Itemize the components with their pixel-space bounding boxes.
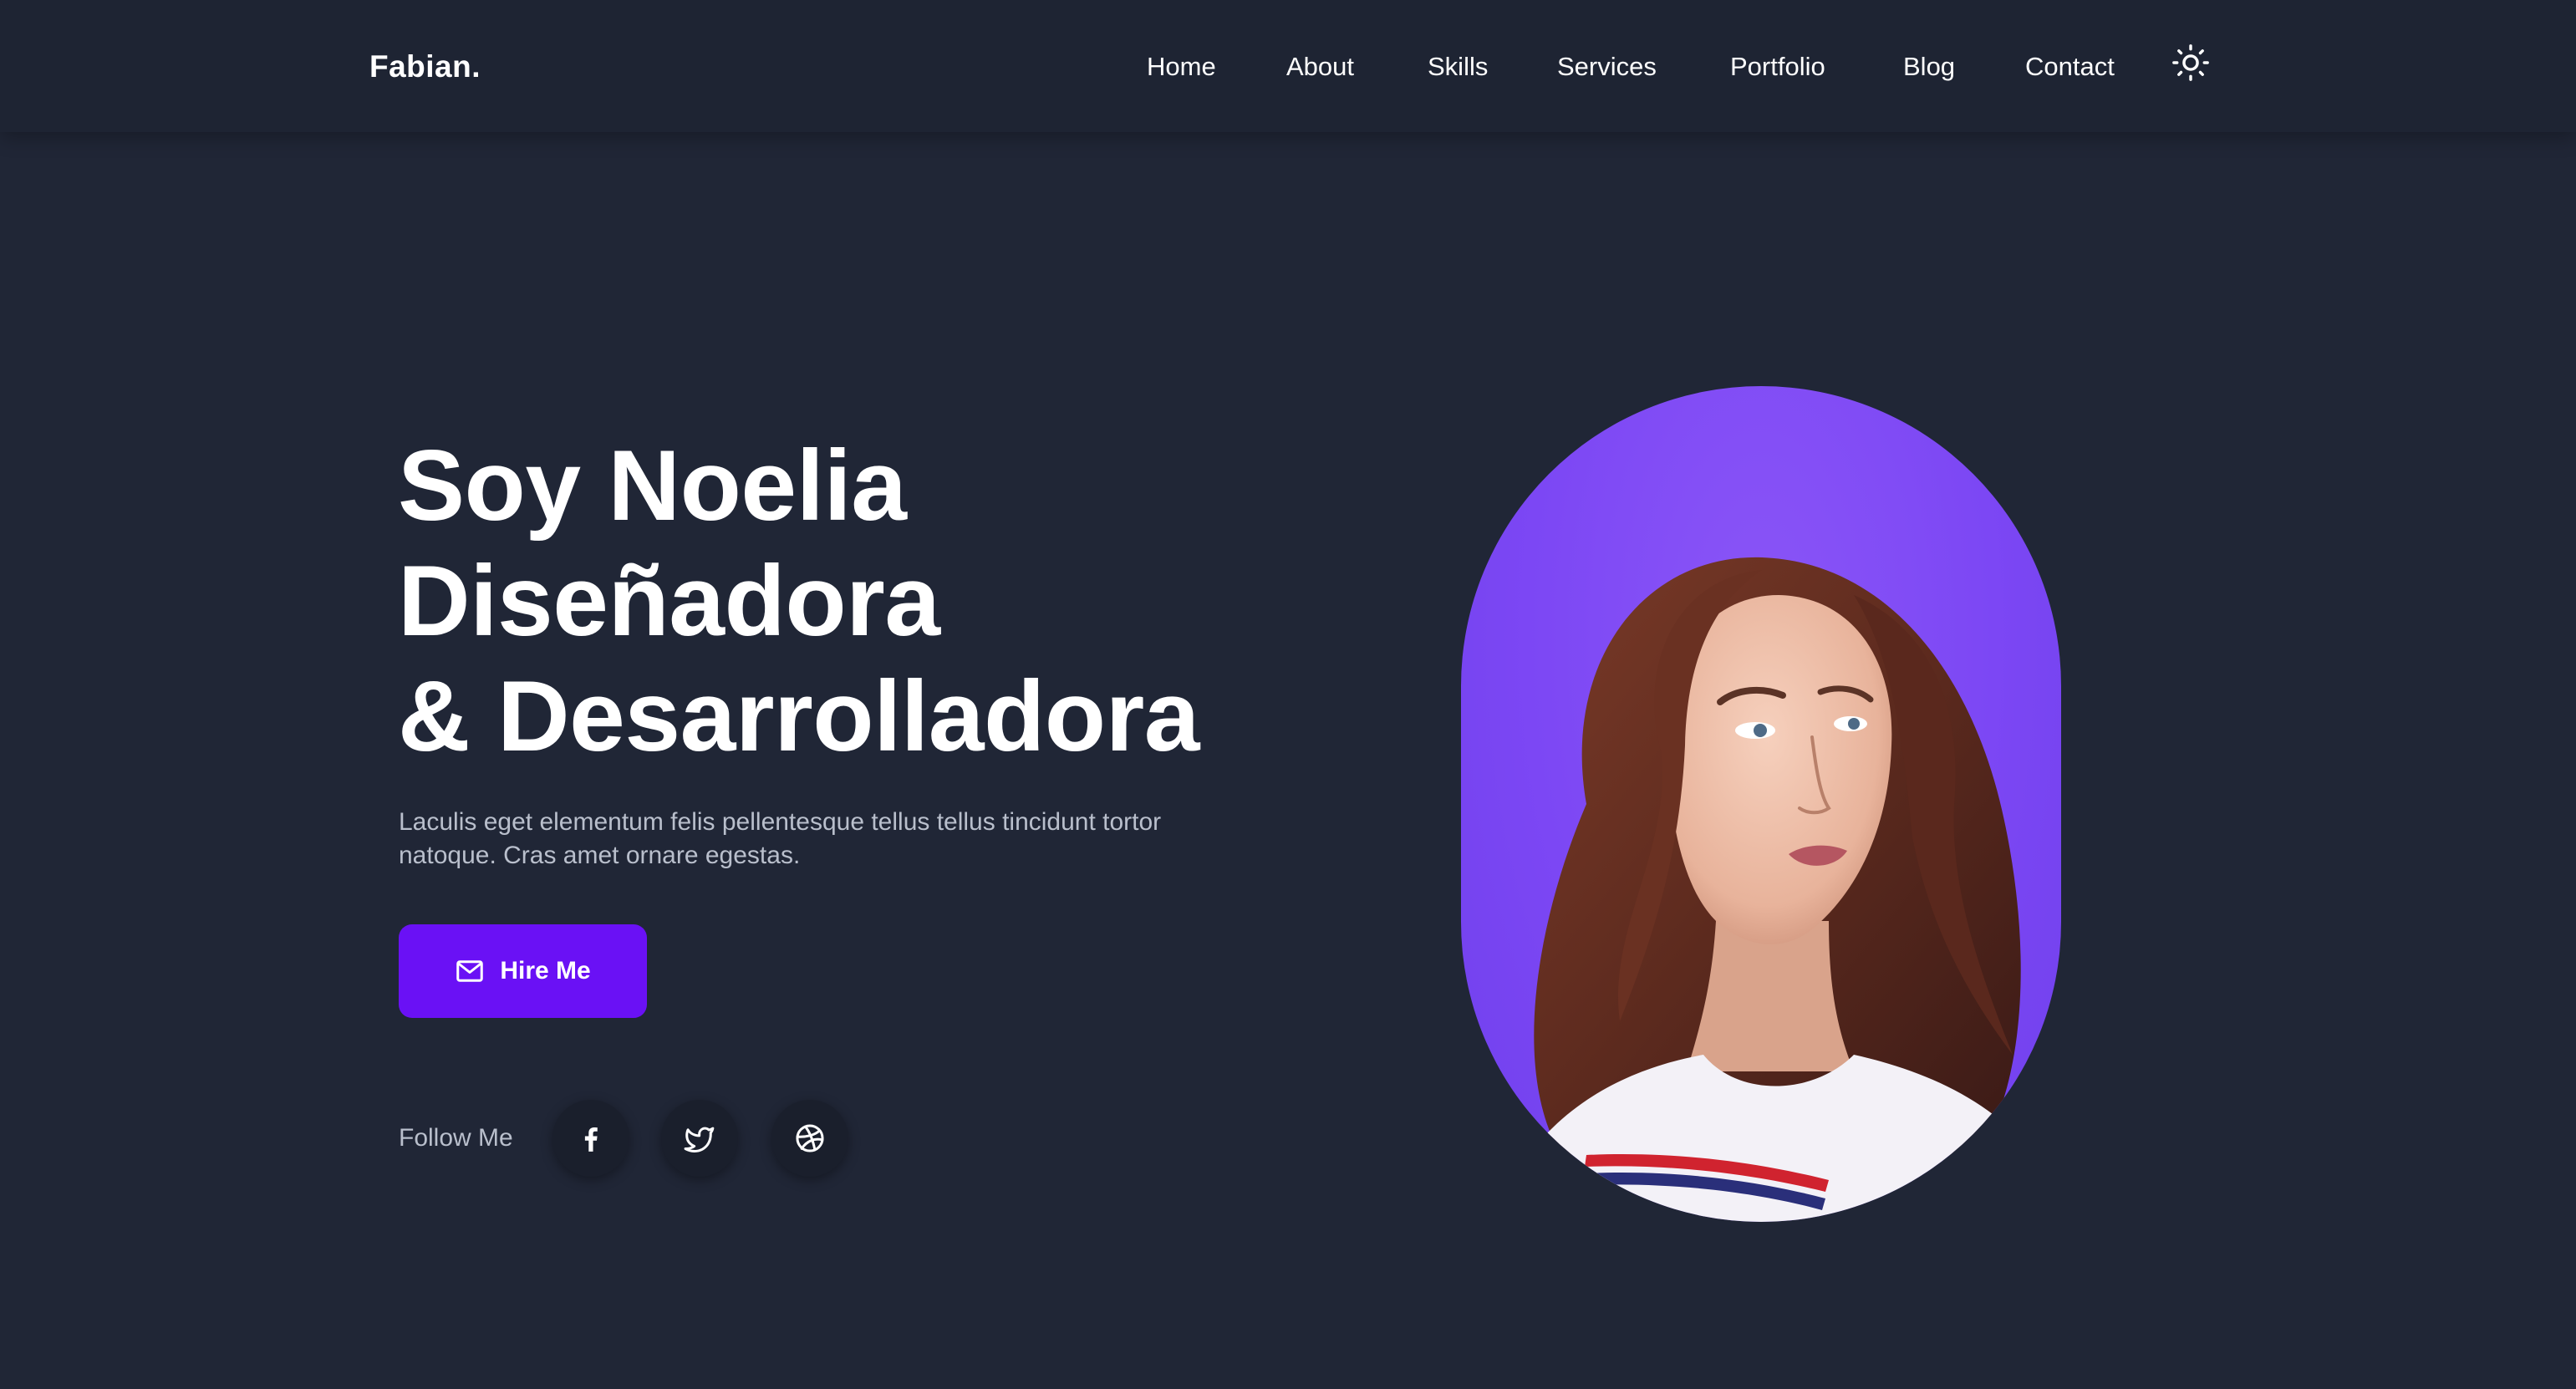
hero-title-line-2: Diseñadora [398,545,940,657]
nav-services[interactable]: Services [1557,47,1657,87]
nav-blog[interactable]: Blog [1903,47,1955,87]
twitter-icon [684,1127,715,1152]
hero-title-line-1: Soy Noelia [398,430,907,542]
hero-title-line-3: & Desarrolladora [398,660,1200,772]
facebook-link[interactable] [552,1100,629,1177]
follow-label: Follow Me [399,1124,513,1152]
hero-description: Laculis eget elementum felis pellentesqu… [399,808,1162,869]
site-header: Fabian. Home About Skills Services Portf… [0,0,2576,132]
nav-about[interactable]: About [1286,47,1354,87]
sun-icon [2172,44,2209,81]
hero-title: Soy Noelia Diseñadora & Desarrolladora [398,428,1317,774]
hire-me-label: Hire Me [500,957,591,985]
nav-contact[interactable]: Contact [2025,47,2115,87]
dribbble-icon [796,1124,824,1152]
nav-portfolio[interactable]: Portfolio [1730,47,1825,87]
twitter-link[interactable] [661,1100,738,1177]
theme-toggle-button[interactable] [2171,43,2210,82]
nav-skills[interactable]: Skills [1428,47,1488,87]
portrait-illustration [1494,557,2061,1222]
nav-home[interactable]: Home [1147,47,1216,87]
hire-me-button[interactable]: Hire Me [399,924,647,1018]
mail-icon [456,960,484,982]
dribbble-link[interactable] [771,1100,848,1177]
profile-photo [1461,386,2061,1222]
facebook-icon [584,1127,598,1152]
